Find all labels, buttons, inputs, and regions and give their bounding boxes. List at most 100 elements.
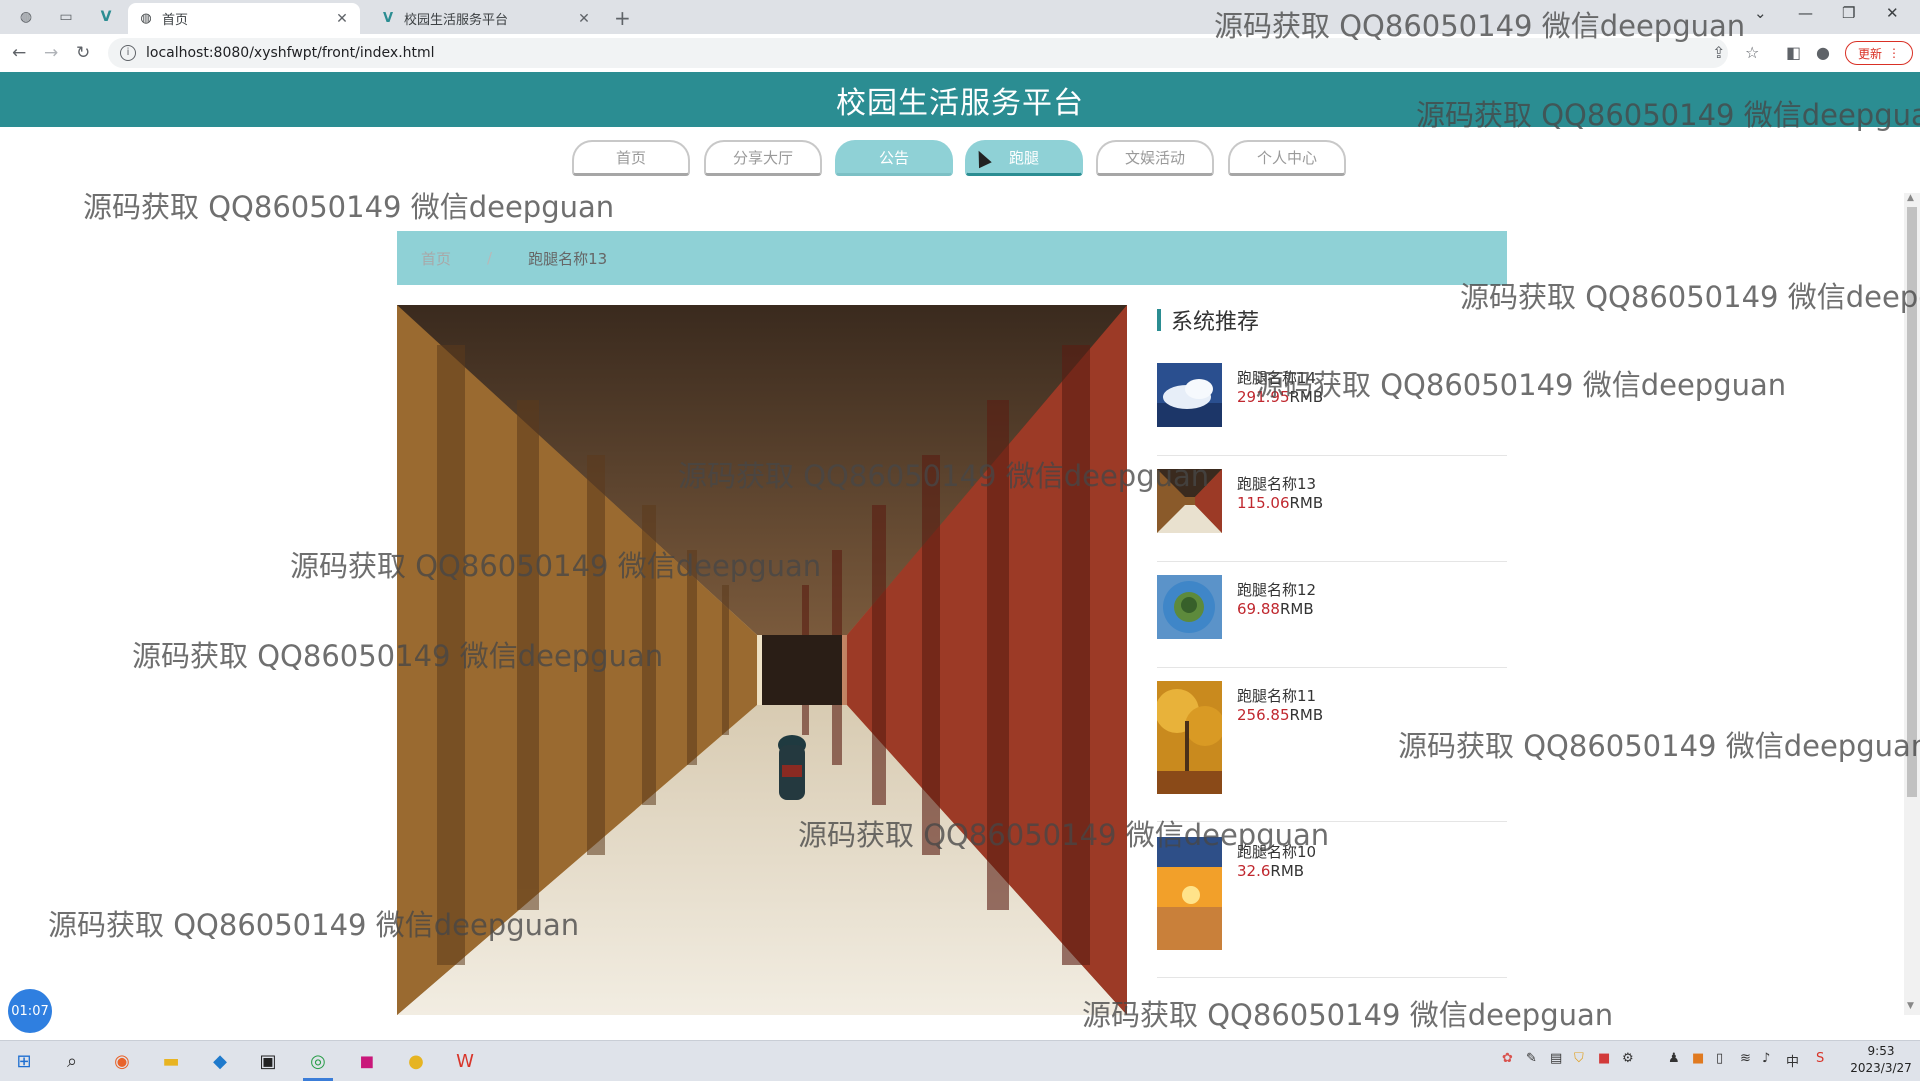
url-text[interactable]: localhost:8080/xyshfwpt/front/index.html (146, 45, 435, 61)
item-price-currency: RMB (1270, 862, 1305, 880)
nav-share-hall[interactable]: 分享大厅 (704, 140, 822, 176)
tab-platform[interactable]: V 校园生活服务平台 ✕ (370, 3, 602, 34)
breadcrumb-home[interactable]: 首页 (421, 248, 451, 269)
item-thumbnail[interactable] (1157, 469, 1222, 533)
item-price-value: 69.88 (1237, 600, 1280, 618)
intellij-icon[interactable]: ◼ (353, 1047, 381, 1075)
item-name[interactable]: 跑腿名称10 (1237, 841, 1316, 862)
new-tab-button[interactable]: + (614, 6, 631, 30)
tray-app3-icon[interactable]: ■ (1692, 1051, 1704, 1066)
sunset-beach-image (1157, 837, 1222, 950)
tray-volume-icon[interactable]: ♪ (1762, 1051, 1770, 1066)
update-button[interactable]: 更新 ⋮ (1845, 41, 1913, 65)
item-price-value: 256.85 (1237, 706, 1290, 724)
recommend-item[interactable]: 跑腿名称13 115.06RMB (1157, 469, 1507, 562)
restore-button[interactable]: ❐ (1842, 4, 1855, 22)
recording-timer-badge[interactable]: 01:07 (8, 989, 52, 1033)
tray-sogou-icon[interactable]: S (1816, 1051, 1824, 1066)
pinned-tab-blank-icon[interactable]: ▭ (48, 4, 84, 30)
tray-app-icon[interactable]: ✿ (1502, 1051, 1513, 1066)
tray-pen-icon[interactable]: ✎ (1526, 1051, 1537, 1066)
minimize-button[interactable]: — (1798, 4, 1813, 22)
browser-toolbar: ← → ↻ i localhost:8080/xyshfwpt/front/in… (0, 34, 1920, 73)
tray-wifi-icon[interactable]: ≋ (1740, 1051, 1751, 1066)
tray-settings-icon[interactable]: ⚙ (1622, 1051, 1634, 1066)
pinned-tab-vue-icon[interactable]: V (88, 4, 124, 30)
update-label: 更新 (1857, 46, 1882, 61)
item-price: 32.6RMB (1237, 862, 1304, 880)
item-thumbnail[interactable] (1157, 681, 1222, 794)
info-icon[interactable]: i (120, 45, 136, 61)
autumn-forest-image (1157, 681, 1222, 794)
nav-personal-center[interactable]: 个人中心 (1228, 140, 1346, 176)
item-price-currency: RMB (1289, 494, 1324, 512)
tab-home[interactable]: ◍ 首页 ✕ (128, 3, 360, 34)
tray-shield-icon[interactable]: ⛉ (1574, 1051, 1584, 1066)
scroll-up-arrow-icon[interactable]: ▲ (1907, 193, 1914, 203)
tab-title: 校园生活服务平台 (404, 13, 509, 28)
tiny-planet-image (1157, 575, 1222, 639)
item-thumbnail[interactable] (1157, 575, 1222, 639)
recommend-item[interactable]: 跑腿名称12 69.88RMB (1157, 575, 1507, 668)
item-name[interactable]: 跑腿名称12 (1237, 579, 1316, 600)
breadcrumb: 首页 / 跑腿名称13 (397, 231, 1507, 285)
watermark: 源码获取 QQ86050149 微信deepguan (1460, 280, 1920, 314)
vscode-icon[interactable]: ◆ (206, 1047, 234, 1075)
tray-qq-icon[interactable]: ♟ (1668, 1051, 1680, 1066)
item-thumbnail[interactable] (1157, 363, 1222, 427)
page-scrollbar[interactable]: ▲ ▼ (1904, 193, 1920, 1015)
nav-entertainment[interactable]: 文娱活动 (1096, 140, 1214, 176)
clock-date: 2023/3/27 (1850, 1061, 1912, 1075)
item-price-currency: RMB (1279, 600, 1314, 618)
close-icon[interactable]: ✕ (334, 11, 350, 27)
site-header: 校园生活服务平台 (0, 72, 1920, 127)
item-name[interactable]: 跑腿名称14 (1237, 367, 1316, 388)
nav-home[interactable]: 首页 (572, 140, 690, 176)
corridor-image (1157, 469, 1222, 533)
item-price-value: 32.6 (1237, 862, 1271, 880)
input-method-indicator[interactable]: 中 (1786, 1051, 1799, 1070)
chrome-icon[interactable]: ◎ (304, 1047, 332, 1075)
wps-icon[interactable]: W (451, 1047, 479, 1075)
tray-battery-icon[interactable]: ▯ (1716, 1051, 1723, 1066)
profile-avatar-icon[interactable]: ● (1816, 43, 1830, 62)
side-panel-icon[interactable]: ◧ (1786, 43, 1801, 62)
item-price-value: 115.06 (1237, 494, 1290, 512)
corridor-photo (397, 305, 1127, 1015)
window-close-button[interactable]: ✕ (1886, 4, 1899, 22)
recommend-title: 系统推荐 (1171, 310, 1260, 335)
recommend-item[interactable]: 跑腿名称14 291.95RMB (1157, 363, 1507, 456)
pinned-tab-globe-icon[interactable]: ◍ (8, 4, 44, 30)
more-menu-icon: ⋮ (1888, 46, 1900, 60)
recommend-item[interactable]: 跑腿名称10 32.6RMB (1157, 837, 1507, 978)
bookmark-star-icon[interactable]: ☆ (1745, 43, 1759, 62)
scroll-down-arrow-icon[interactable]: ▼ (1907, 1001, 1914, 1011)
nav-announcement[interactable]: 公告 (835, 140, 953, 176)
globe-icon: ◍ (140, 11, 152, 26)
tray-folder-icon[interactable]: ▤ (1550, 1051, 1562, 1066)
browser-tab-strip: ◍ ▭ V ◍ 首页 ✕ V 校园生活服务平台 ✕ + ⌄ — ❐ ✕ (0, 0, 1920, 34)
search-icon[interactable]: ⌕ (58, 1047, 86, 1075)
file-explorer-icon[interactable]: ▬ (157, 1047, 185, 1075)
terminal-icon[interactable]: ▣ (254, 1047, 282, 1075)
item-price-value: 291.95 (1237, 388, 1290, 406)
item-name[interactable]: 跑腿名称11 (1237, 685, 1316, 706)
item-thumbnail[interactable] (1157, 837, 1222, 950)
close-icon[interactable]: ✕ (576, 11, 592, 27)
item-name[interactable]: 跑腿名称13 (1237, 473, 1316, 494)
scrollbar-thumb[interactable] (1907, 207, 1917, 797)
watermark: 源码获取 QQ86050149 微信deepguan (1082, 998, 1614, 1032)
share-icon[interactable]: ⇪ (1712, 43, 1725, 62)
taskbar-clock[interactable]: 9:53 2023/3/27 (1846, 1043, 1916, 1077)
back-arrow-icon[interactable]: ← (12, 43, 26, 63)
tab-search-icon[interactable]: ⌄ (1754, 4, 1767, 22)
windows-start-icon[interactable]: ⊞ (10, 1047, 38, 1075)
chat-app-icon[interactable]: ● (402, 1047, 430, 1075)
reload-icon[interactable]: ↻ (76, 43, 90, 63)
forward-arrow-icon[interactable]: → (44, 43, 58, 63)
address-bar[interactable]: i localhost:8080/xyshfwpt/front/index.ht… (108, 38, 1728, 68)
recommend-item[interactable]: 跑腿名称11 256.85RMB (1157, 681, 1507, 822)
firefox-icon[interactable]: ◉ (108, 1047, 136, 1075)
recommend-heading: 系统推荐 (1157, 305, 1507, 335)
tray-app2-icon[interactable]: ■ (1598, 1051, 1610, 1066)
